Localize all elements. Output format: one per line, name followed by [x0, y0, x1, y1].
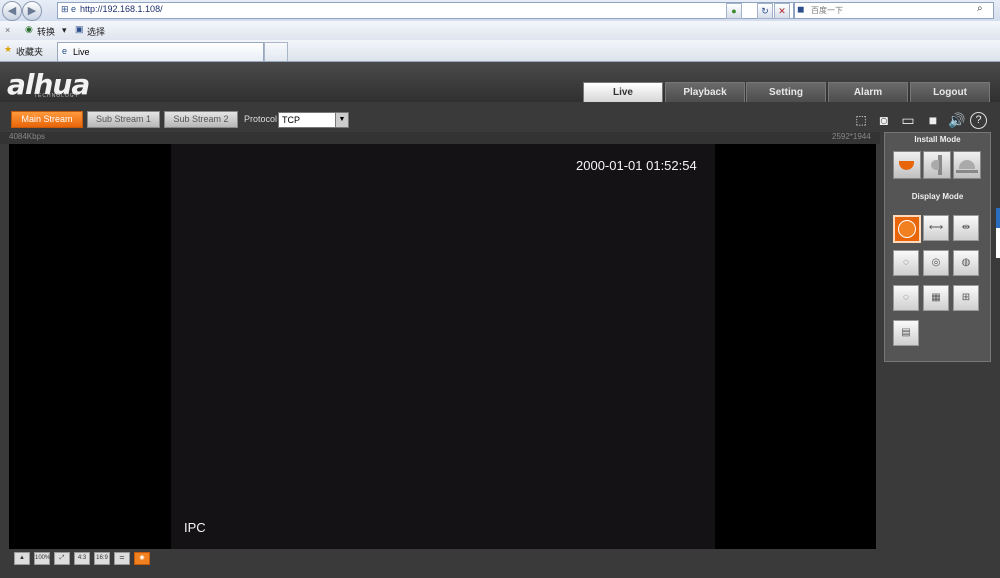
- video-info-bar: [0, 132, 880, 144]
- protocol-label: Protocol: [244, 114, 278, 124]
- snapshot-icon[interactable]: ◙: [875, 112, 893, 128]
- camera-feed[interactable]: [171, 144, 715, 549]
- browser-tab-live[interactable]: e Live: [57, 42, 264, 61]
- display-mode-panorama-180[interactable]: ⟷: [923, 215, 949, 241]
- chevron-down-icon[interactable]: ▾: [62, 25, 67, 36]
- compat-icon[interactable]: ●: [726, 3, 742, 19]
- url-input[interactable]: ⊞ e http://192.168.1.108/: [57, 2, 794, 19]
- display-mode-quad-icon[interactable]: ⊞: [953, 285, 979, 311]
- select-menu[interactable]: 选择: [87, 25, 105, 38]
- search-input[interactable]: ◼ 百度一下 ⌕: [794, 2, 994, 19]
- ie-icon: e: [62, 46, 68, 56]
- star-icon: ★: [4, 44, 13, 54]
- convert-icon: ◉: [25, 24, 33, 34]
- channel-label: IPC: [184, 520, 206, 535]
- forward-icon[interactable]: ▶: [22, 1, 42, 21]
- zoom-100-button[interactable]: 100%: [34, 552, 50, 565]
- close-icon[interactable]: ×: [5, 25, 10, 35]
- fullscreen-icon[interactable]: ▲: [14, 552, 30, 565]
- select-icon: ▣: [75, 24, 84, 34]
- record-icon[interactable]: ■: [922, 112, 944, 128]
- display-mode-1p8-icon[interactable]: ▤: [893, 320, 919, 346]
- bitrate-label: 4084Kbps: [9, 132, 46, 141]
- refresh-icon[interactable]: ↻: [757, 3, 773, 19]
- ratio-16-9-button[interactable]: 16:9: [94, 552, 110, 565]
- protocol-value: TCP: [282, 115, 300, 125]
- sub-stream-1-button[interactable]: Sub Stream 1: [87, 111, 160, 128]
- tab-logout[interactable]: Logout: [910, 82, 990, 102]
- display-mode-1p1-icon[interactable]: ◌: [893, 250, 919, 276]
- tab-setting[interactable]: Setting: [746, 82, 826, 102]
- video-control-bar: [0, 549, 880, 578]
- display-mode-1p4-icon[interactable]: ◍: [953, 250, 979, 276]
- ie-icon: e: [71, 4, 77, 14]
- tab-title: Live: [73, 47, 90, 57]
- tab-live[interactable]: Live: [583, 82, 663, 102]
- display-mode-original[interactable]: [893, 215, 921, 243]
- eye-icon[interactable]: ◉: [134, 552, 150, 565]
- baidu-icon: ◼: [797, 4, 805, 14]
- help-icon[interactable]: ?: [970, 112, 987, 129]
- favorites-link[interactable]: 收藏夹: [16, 45, 43, 58]
- protocol-select[interactable]: TCP ▼: [278, 112, 349, 128]
- scrollbar-thumb[interactable]: [996, 208, 1000, 228]
- display-mode-1p3-icon[interactable]: ◎: [923, 250, 949, 276]
- stop-icon[interactable]: ✕: [774, 3, 790, 19]
- display-mode-title: Display Mode: [911, 192, 964, 201]
- audio-icon[interactable]: 🔊: [947, 112, 967, 128]
- main-stream-button[interactable]: Main Stream: [11, 111, 83, 128]
- tab-playback[interactable]: Playback: [665, 82, 745, 102]
- display-mode-1p6-icon[interactable]: ◌: [893, 285, 919, 311]
- chevron-down-icon: ▼: [335, 113, 348, 127]
- tab-alarm[interactable]: Alarm: [828, 82, 908, 102]
- video-timestamp: 2000-01-01 01:52:54: [576, 158, 697, 173]
- url-text: http://192.168.1.108/: [80, 4, 163, 14]
- display-mode-panorama-360[interactable]: ⇹: [953, 215, 979, 241]
- back-icon[interactable]: ◀: [2, 1, 22, 21]
- logo-subtitle: TECHNOLOGY: [34, 93, 80, 99]
- search-placeholder: 百度一下: [811, 6, 843, 15]
- install-mode-title: Install Mode: [914, 135, 961, 144]
- fit-window-icon[interactable]: ⤢: [54, 552, 70, 565]
- wall-mount-icon[interactable]: [923, 151, 951, 179]
- new-tab-button[interactable]: [264, 42, 288, 61]
- fisheye-panel: Install Mode Display Mode ⟷ ⇹ ◌ ◎ ◍ ◌ ▦ …: [884, 132, 991, 362]
- convert-menu[interactable]: 转换: [37, 25, 55, 38]
- ratio-4-3-button[interactable]: 4:3: [74, 552, 90, 565]
- page-icon: ⊞: [61, 4, 69, 14]
- display-mode-2p-icon[interactable]: ▦: [923, 285, 949, 311]
- resolution-label: 2592*1944: [832, 132, 871, 141]
- image-adjust-icon[interactable]: ⚌: [114, 552, 130, 565]
- browser-command-bar: × ◉ 转换 ▾ ▣ 选择: [0, 21, 1000, 41]
- triple-snapshot-icon[interactable]: ▭: [898, 112, 918, 128]
- search-icon[interactable]: ⌕: [977, 3, 983, 14]
- ceiling-mount-icon[interactable]: [893, 151, 921, 179]
- ground-mount-icon[interactable]: [953, 151, 981, 179]
- zoom-region-icon[interactable]: ⬚: [851, 112, 871, 128]
- sub-stream-2-button[interactable]: Sub Stream 2: [164, 111, 238, 128]
